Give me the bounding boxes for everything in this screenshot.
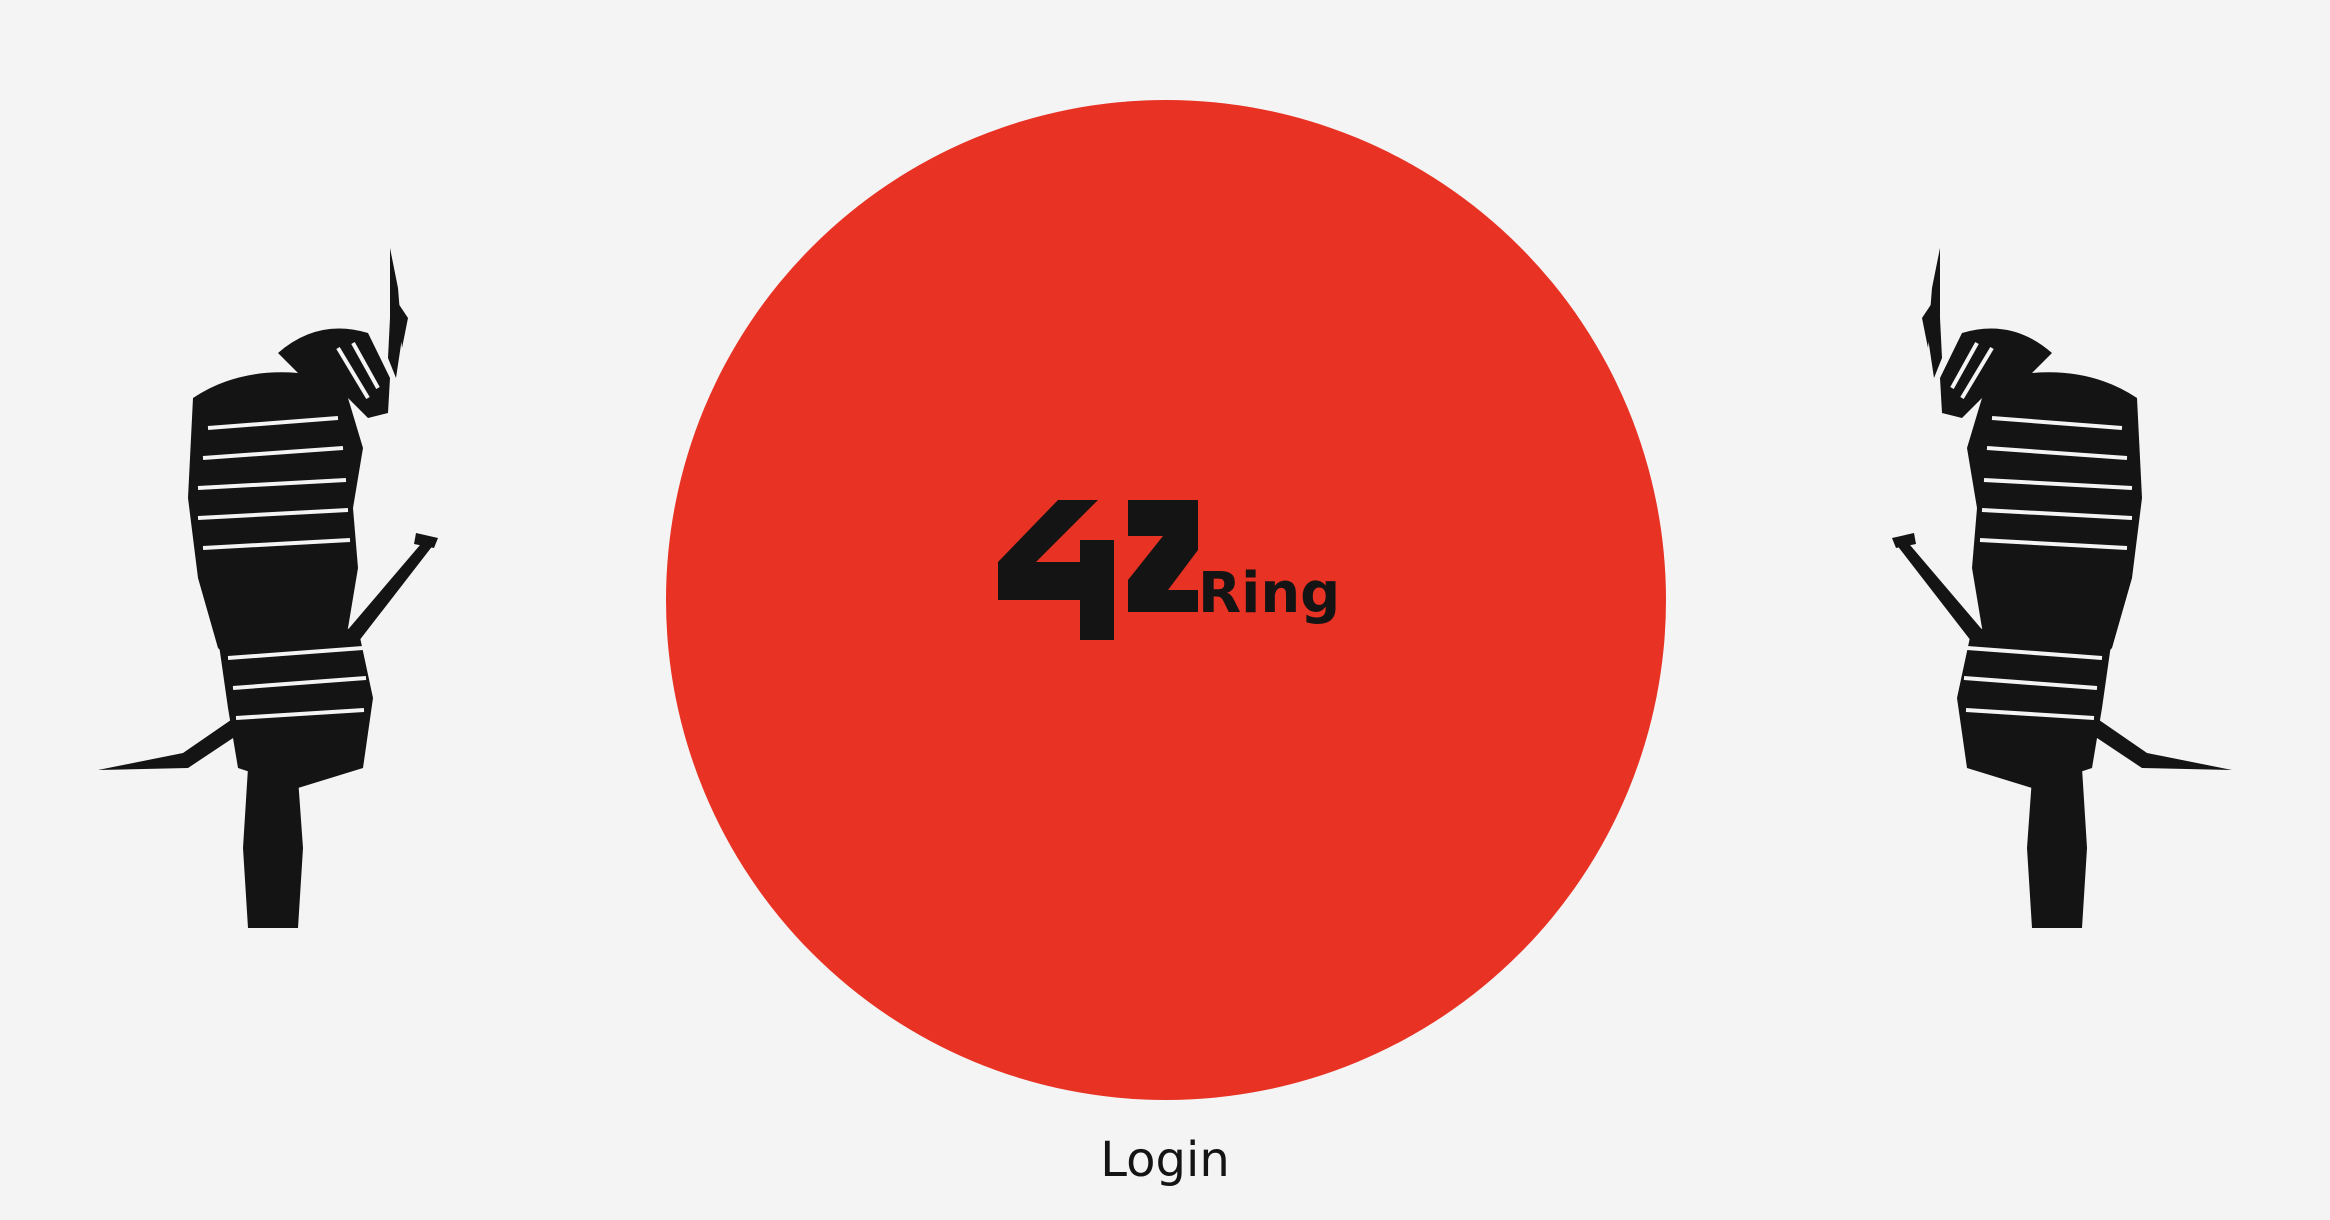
login-button[interactable]: Login [1065,1125,1265,1195]
samurai-right-icon [1892,248,2232,928]
samurai-left-icon [98,248,438,928]
logo-brand-text: Ring [1198,561,1338,626]
logo-42-ring: Ring [998,500,1338,640]
login-page: Ring Login [0,0,2330,1220]
